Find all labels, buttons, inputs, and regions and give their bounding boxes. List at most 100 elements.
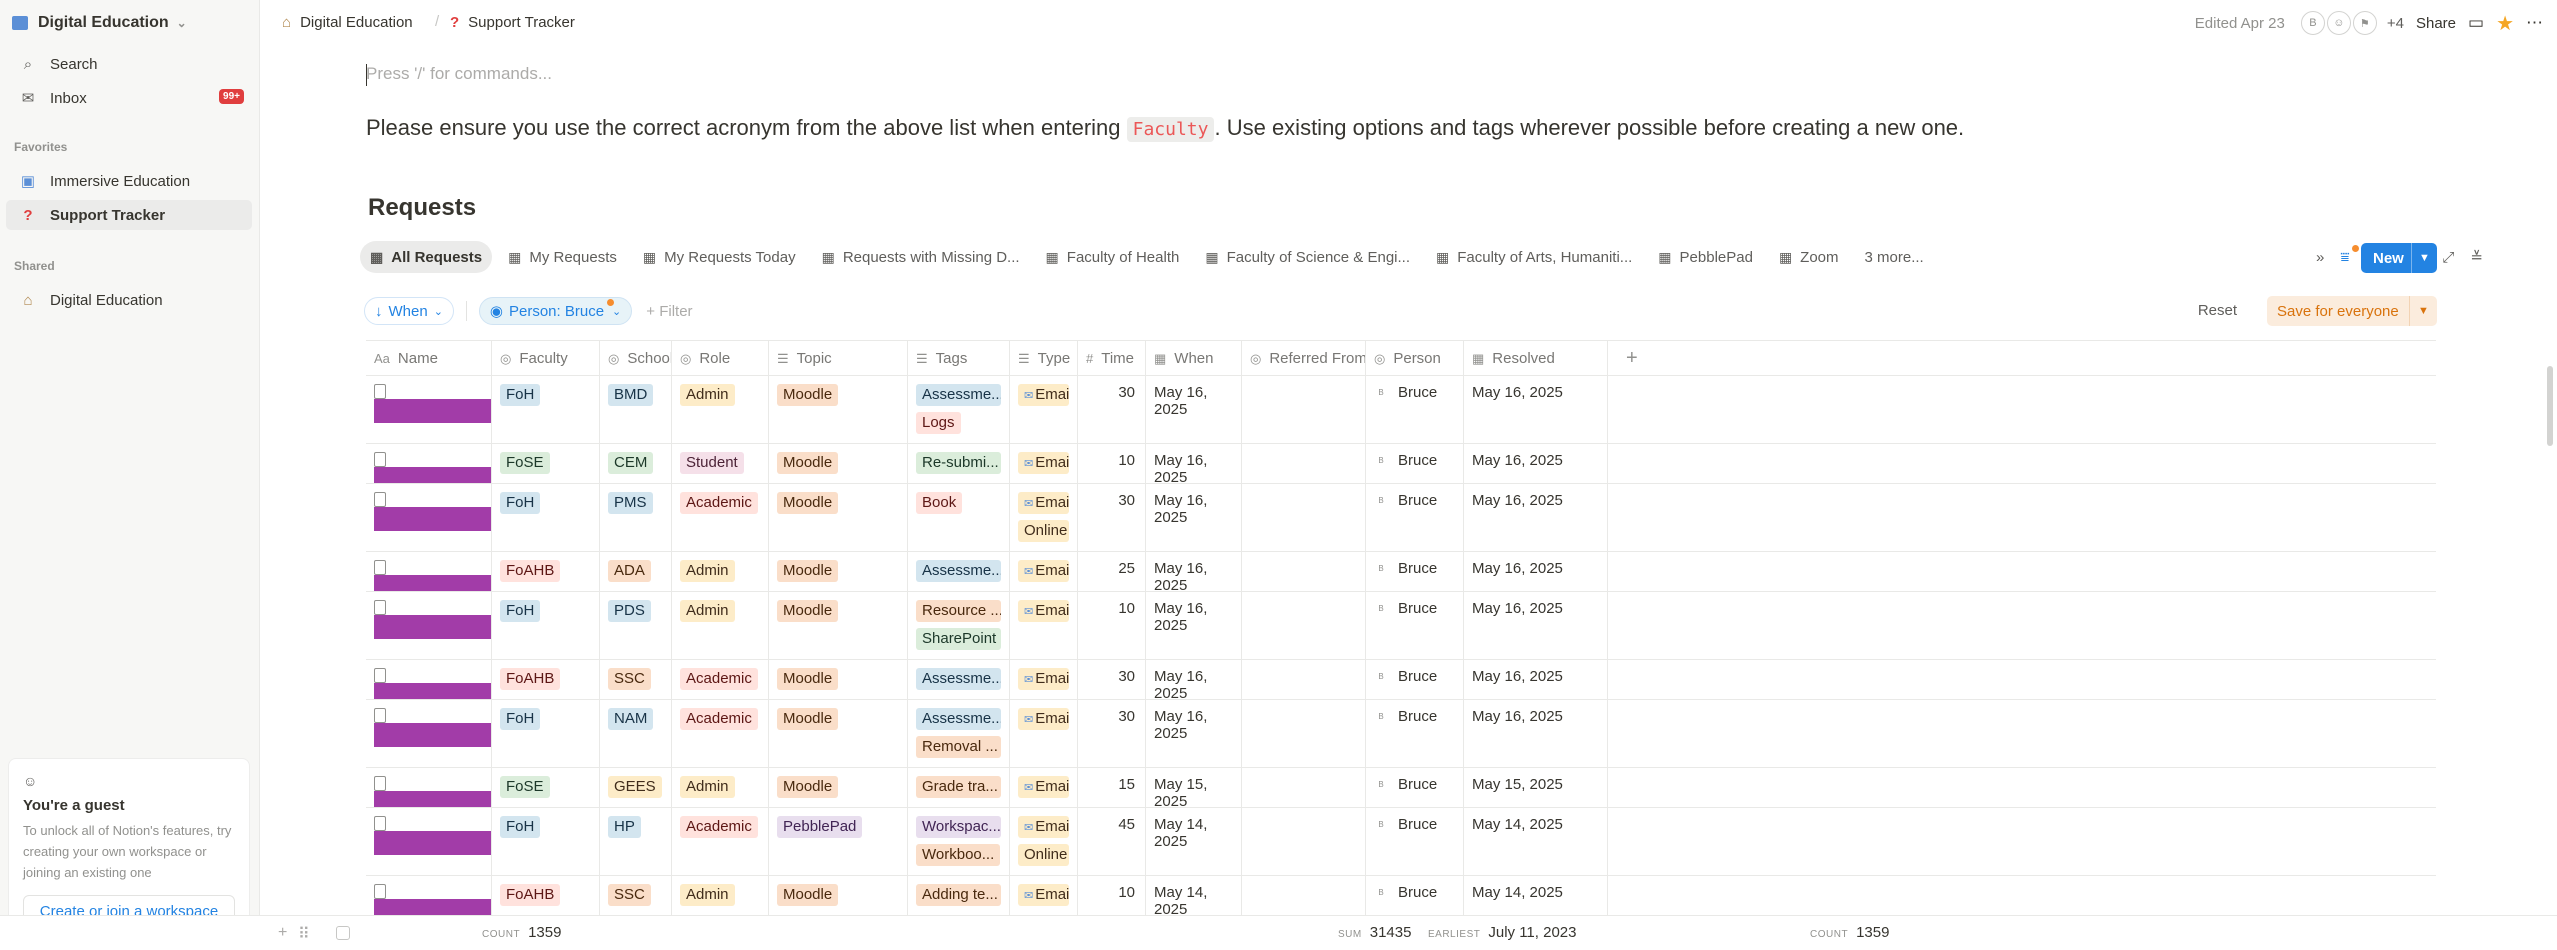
cell-school[interactable]: GEES [600,768,672,807]
cell-faculty[interactable]: FoH [492,808,600,875]
cell-type[interactable]: ✉Email Online [Z... [1010,808,1078,875]
cell-referred-from[interactable] [1242,768,1366,807]
cell-time[interactable]: 30 [1078,700,1146,767]
cell-name[interactable] [366,700,492,767]
cell-person[interactable]: B Bruce [1366,876,1464,915]
cell-referred-from[interactable] [1242,808,1366,875]
table-row[interactable]: FoAHB SSC Admin Moodle Adding te... ✉ Email 10 M… [366,876,2436,916]
cell-when[interactable]: May 16, 2025 [1146,700,1242,767]
cell-tags[interactable]: Assessme... Logs [908,376,1010,443]
cell-person[interactable]: B Bruce [1366,768,1464,807]
more-icon[interactable]: ⋯ [2526,13,2543,33]
cell-type[interactable]: ✉ Email [1010,876,1078,915]
cell-name[interactable] [366,768,492,807]
cell-role[interactable]: Academic [672,700,769,767]
cell-person[interactable]: B Bruce [1366,592,1464,659]
tab-view[interactable]: ▦ Faculty of Arts, Humaniti... [1426,241,1642,273]
cell-tags[interactable]: Assessme... [908,552,1010,591]
expand-icon[interactable]: ⤢ [2442,249,2454,266]
table-row[interactable]: FoH NAM Academic Moodle Assessme... Removal .… [366,700,2436,768]
cell-topic[interactable]: Moodle [769,592,908,659]
cell-name[interactable] [366,660,492,699]
cell-when[interactable]: May 16, 2025 [1146,552,1242,591]
tab-view[interactable]: 3 more... [1855,241,1934,273]
cell-school[interactable]: PMS [600,484,672,551]
sidebar-item-digital-education[interactable]: ⌂ Digital Education [6,285,252,315]
comment-icon[interactable]: ▭ [2468,13,2484,33]
table-row[interactable]: FoSE CEM Student Moodle Re-submi... ✉ Email 10 M… [366,444,2436,484]
cell-person[interactable]: B Bruce [1366,700,1464,767]
cell-when[interactable]: May 16, 2025 [1146,484,1242,551]
cell-topic[interactable]: Moodle [769,660,908,699]
cell-resolved[interactable]: May 16, 2025 [1464,484,1608,551]
cell-name[interactable] [366,484,492,551]
select-all-checkbox[interactable] [336,926,350,940]
tab-view[interactable]: ▦ Faculty of Health [1036,241,1190,273]
cell-faculty[interactable]: FoH [492,484,600,551]
column-header-topic[interactable]: ☰ Topic [769,341,908,376]
star-icon[interactable]: ★ [2496,11,2514,36]
cell-topic[interactable]: Moodle [769,376,908,443]
cell-when[interactable]: May 14, 2025 [1146,808,1242,875]
cell-resolved[interactable]: May 16, 2025 [1464,592,1608,659]
cell-school[interactable]: PDS [600,592,672,659]
cell-tags[interactable]: Assessme... [908,660,1010,699]
sidebar-inbox[interactable]: ✉ Inbox 99+ [6,83,252,113]
cell-type[interactable]: ✉Email Online [Z... [1010,484,1078,551]
column-header-type[interactable]: ☰ Type [1010,341,1078,376]
tab-view[interactable]: ▦ All Requests [360,241,493,273]
sum-summary[interactable]: SUM 31435 [1338,924,1411,941]
count-summary[interactable]: COUNT 1359 [1810,924,1889,941]
chevron-down-icon[interactable]: ▼ [2409,296,2437,326]
cell-topic[interactable]: Moodle [769,768,908,807]
cell-faculty[interactable]: FoH [492,592,600,659]
cell-tags[interactable]: Workspac... Workboo... [908,808,1010,875]
cell-type[interactable]: ✉ Email [1010,592,1078,659]
cell-when[interactable]: May 16, 2025 [1146,660,1242,699]
count-summary[interactable]: COUNT 1359 [482,924,561,941]
cell-person[interactable]: B Bruce [1366,484,1464,551]
cell-when[interactable]: May 16, 2025 [1146,592,1242,659]
tab-view[interactable]: ▦ My Requests Today [633,241,806,273]
earliest-summary[interactable]: EARLIEST July 11, 2023 [1428,924,1576,941]
person-filter-chip[interactable]: ◉ Person: Bruce ⌄ [478,297,633,325]
avatar[interactable]: B [2300,11,2325,35]
when-sort-chip[interactable]: ↓ When ⌄ [364,297,454,325]
cell-tags[interactable]: Re-submi... [908,444,1010,483]
share-button[interactable]: Share [2416,15,2456,32]
column-header-when[interactable]: ▦ When [1146,341,1242,376]
tab-view[interactable]: ▦ Requests with Missing D... [812,241,1030,273]
cell-topic[interactable]: PebblePad [769,808,908,875]
cell-resolved[interactable]: May 16, 2025 [1464,444,1608,483]
cell-referred-from[interactable] [1242,660,1366,699]
cell-resolved[interactable]: May 16, 2025 [1464,552,1608,591]
cell-faculty[interactable]: FoH [492,700,600,767]
cell-referred-from[interactable] [1242,700,1366,767]
breadcrumb-digital-education[interactable]: ⌂ Digital Education [282,14,413,31]
cell-resolved[interactable]: May 16, 2025 [1464,660,1608,699]
cell-faculty[interactable]: FoH [492,376,600,443]
sidebar-search[interactable]: ⌕ Search [6,49,252,79]
cell-faculty[interactable]: FoSE [492,444,600,483]
table-row[interactable]: FoH PMS Academic Moodle Book ✉Email Online [Z.… [366,484,2436,552]
cell-resolved[interactable]: May 16, 2025 [1464,700,1608,767]
cell-role[interactable]: Admin [672,876,769,915]
cell-name[interactable] [366,376,492,443]
filter-icon[interactable]: ⩸ [2340,244,2360,266]
cell-tags[interactable]: Resource ... SharePoint [908,592,1010,659]
cell-role[interactable]: Admin [672,592,769,659]
cell-referred-from[interactable] [1242,444,1366,483]
cell-school[interactable]: SSC [600,660,672,699]
cell-role[interactable]: Academic [672,660,769,699]
cell-person[interactable]: B Bruce [1366,376,1464,443]
scrollbar[interactable] [2547,366,2553,446]
table-row[interactable]: FoSE GEES Admin Moodle Grade tra... ✉ Email 15 M… [366,768,2436,808]
cell-role[interactable]: Student [672,444,769,483]
tab-view[interactable]: ▦ PebblePad [1648,241,1763,273]
column-header-person[interactable]: ◎ Person [1366,341,1464,376]
column-header-name[interactable]: Aa Name [366,341,492,376]
new-button[interactable]: New ▼ [2361,243,2437,273]
cell-type[interactable]: ✉ Email [1010,700,1078,767]
column-header-tags[interactable]: ☰ Tags [908,341,1010,376]
cell-time[interactable]: 10 [1078,444,1146,483]
